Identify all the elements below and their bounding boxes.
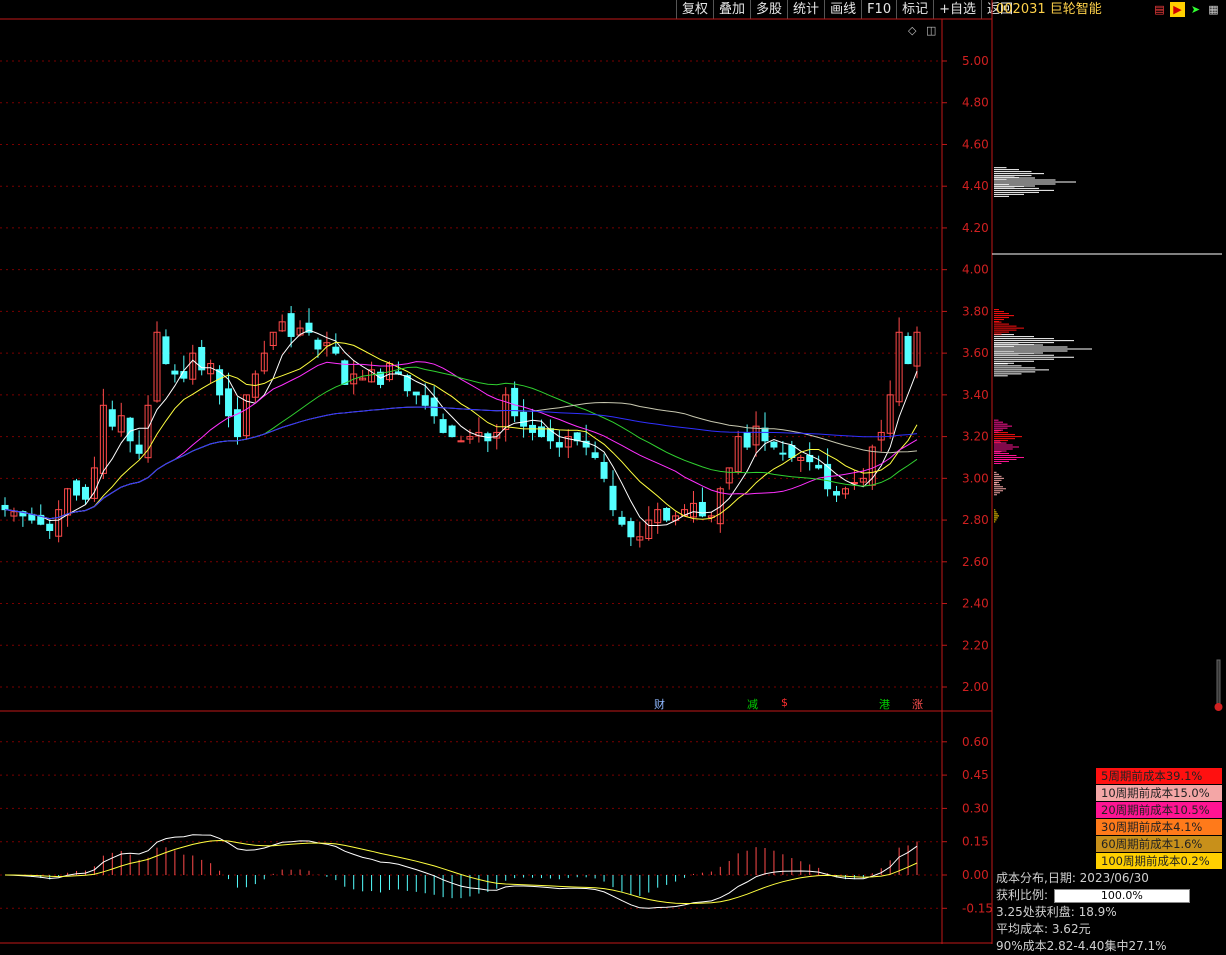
cost-legend-item: 10周期前成本15.0% [1096, 785, 1222, 801]
macd-tick-label: 0.00 [962, 868, 989, 882]
average-cost: 平均成本: 3.62元 [996, 922, 1091, 936]
price-tick-label: 4.40 [962, 179, 989, 193]
candle-body [126, 417, 134, 442]
diamond-icon: ◇ [908, 24, 917, 37]
candle-body [81, 486, 89, 500]
macd-tick-label: 0.15 [962, 835, 989, 849]
price-tick-label: 2.80 [962, 513, 989, 527]
price-tick-label: 4.60 [962, 137, 989, 151]
cost-legend-item: 100周期前成本0.2% [1096, 853, 1222, 869]
candle-body [591, 452, 599, 458]
candle-body [761, 427, 769, 442]
candle-body [743, 432, 751, 448]
candle-body [537, 426, 545, 438]
cost-legend-item: 30周期前成本4.1% [1096, 819, 1222, 835]
cost-legend-item: 60周期前成本1.6% [1096, 836, 1222, 852]
candle-body [815, 464, 823, 469]
price-tick-label: 2.40 [962, 597, 989, 611]
candle-body [833, 491, 841, 496]
event-marker[interactable]: 涨 [910, 696, 925, 712]
price-tick-label: 3.40 [962, 388, 989, 402]
candle-body [421, 395, 429, 406]
price-tick-label: 3.20 [962, 430, 989, 444]
candle-body [287, 313, 295, 337]
candle-body [555, 442, 563, 448]
candle-body [439, 419, 447, 433]
candle-body [609, 485, 617, 511]
macd-tick-label: 0.30 [962, 801, 989, 815]
macd-tick-label: -0.15 [962, 901, 993, 915]
candle-body [448, 425, 456, 438]
cost-legend: 5周期前成本39.1% 10周期前成本15.0% 20周期前成本10.5% 30周期前… [1096, 768, 1222, 870]
moving-average-line [4, 341, 918, 520]
moving-average-line [4, 406, 918, 520]
cost-info-panel: 成本分布,日期: 2023/06/30 获利比例: 100.0% 3.25处获利… [996, 870, 1226, 955]
candle-body [162, 336, 170, 365]
thermometer-icon [1216, 659, 1221, 705]
event-marker[interactable]: $ [779, 696, 790, 709]
candle-body [904, 335, 912, 365]
candle-body [698, 501, 706, 517]
cost-date: 成本分布,日期: 2023/06/30 [996, 871, 1149, 885]
panel-toggle-icon: ◫ [926, 24, 936, 37]
candle-body [46, 523, 54, 531]
price-tick-label: 3.60 [962, 346, 989, 360]
candle-body [225, 388, 233, 417]
price-tick-label: 5.00 [962, 54, 989, 68]
candle-body [73, 480, 81, 496]
price-tick-label: 2.60 [962, 555, 989, 569]
price-tick-label: 2.20 [962, 638, 989, 652]
candle-body [511, 387, 519, 417]
profit-ratio-row: 获利比例: 100.0% [996, 887, 1226, 904]
profit-at-price: 3.25处获利盘: 18.9% [996, 905, 1117, 919]
cost-legend-item: 5周期前成本39.1% [1096, 768, 1222, 784]
candle-body [412, 391, 420, 396]
candle-body [520, 411, 528, 427]
moving-average-line [4, 366, 918, 520]
price-tick-label: 4.80 [962, 96, 989, 110]
price-tick-label: 3.80 [962, 304, 989, 318]
event-marker[interactable]: 财 [652, 696, 667, 712]
price-tick-label: 4.20 [962, 221, 989, 235]
price-tick-label: 3.00 [962, 471, 989, 485]
profit-label: 获利比例: [996, 888, 1049, 902]
moving-average-line [4, 401, 918, 520]
thermometer-bulb [1214, 703, 1223, 711]
cost-concentration: 90%成本2.82-4.40集中27.1% [996, 939, 1167, 953]
candle-body [779, 452, 787, 455]
macd-tick-label: 0.60 [962, 735, 989, 749]
candle-body [1, 504, 9, 511]
price-tick-label: 2.00 [962, 680, 989, 694]
chart-canvas[interactable]: 5.00 4.80 4.60 4.40 4.20 4.00 3.80 3.60 3.40 3.20… [0, 0, 1226, 944]
moving-average-line [4, 329, 918, 526]
candle-body [663, 507, 671, 521]
cost-legend-item: 20周期前成本10.5% [1096, 802, 1222, 818]
macd-tick-label: 0.45 [962, 768, 989, 782]
event-marker[interactable]: 减 [745, 696, 760, 712]
candle-body [770, 441, 778, 448]
candle-body [314, 339, 322, 350]
candle-body [618, 516, 626, 525]
candle-body [108, 409, 116, 427]
candle-body [788, 445, 796, 458]
profit-bar: 100.0% [1053, 888, 1190, 903]
candle-body [332, 346, 340, 354]
event-marker[interactable]: 港 [877, 696, 892, 712]
candle-body [171, 370, 179, 375]
price-tick-label: 4.00 [962, 263, 989, 277]
candle-body [627, 521, 635, 538]
candle-body [600, 461, 608, 479]
candle-body [135, 444, 143, 454]
